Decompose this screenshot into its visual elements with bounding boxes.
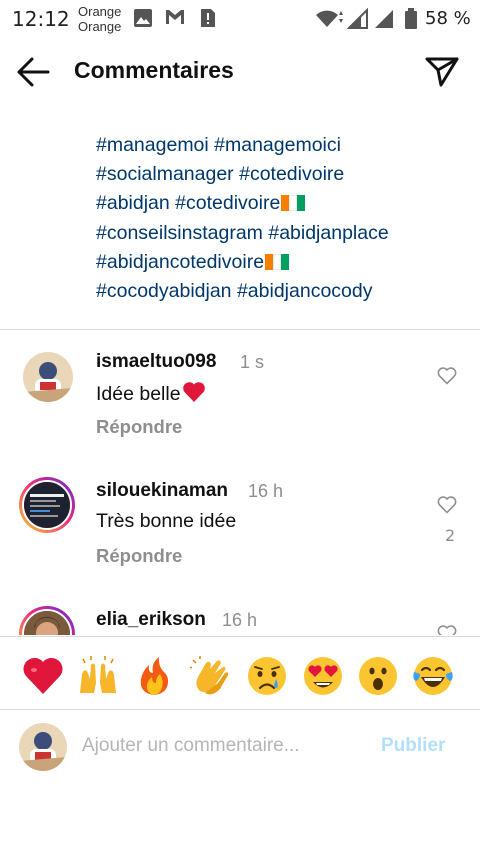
tears-of-joy-face-emoji-icon[interactable]: [412, 655, 454, 697]
comment-username[interactable]: elia_erikson: [96, 609, 206, 631]
heart-outline-icon[interactable]: [437, 496, 457, 514]
avatar-photo: [24, 611, 70, 635]
comment-item: ismaeltuo098 1 s Idée belle Répondre: [0, 331, 480, 461]
status-time: 12:12: [12, 7, 70, 31]
heart-eyes-face-emoji-icon[interactable]: [302, 655, 344, 697]
image-icon: [134, 9, 152, 27]
open-mouth-face-emoji-icon[interactable]: [357, 655, 399, 697]
caption-divider: [0, 329, 480, 330]
battery-icon: [405, 8, 417, 29]
back-button[interactable]: [16, 56, 56, 88]
emoji-quick-bar: [0, 636, 480, 710]
share-button[interactable]: [424, 54, 464, 90]
comment-username[interactable]: ismaeltuo098: [96, 351, 216, 373]
avatar[interactable]: [19, 606, 75, 635]
hashtag-link[interactable]: #cocodyabidjan: [96, 280, 232, 302]
hashtag-link[interactable]: #managemoici: [214, 134, 341, 156]
red-heart-emoji-icon[interactable]: [22, 655, 64, 697]
hashtag-link[interactable]: #abidjancocody: [237, 280, 373, 302]
wifi-icon: [316, 10, 343, 27]
comment-composer: Publier: [0, 712, 480, 780]
like-count: 2: [445, 526, 456, 545]
hashtag-link[interactable]: #conseilsinstagram: [96, 222, 263, 244]
battery-level: 58 %: [425, 8, 471, 29]
heart-outline-icon[interactable]: [437, 625, 457, 635]
avatar[interactable]: [23, 352, 73, 402]
post-caption: #managemoi #managemoici #socialmanager #c…: [96, 131, 468, 306]
status-bar: 12:12 Orange Orange 58 %: [0, 0, 480, 38]
comment-username[interactable]: silouekinaman: [96, 480, 228, 502]
carrier-label: Orange Orange: [78, 4, 121, 34]
reply-button[interactable]: Répondre: [96, 416, 182, 438]
caption-line: #abidjan #cotedivoire: [96, 189, 468, 218]
hashtag-link[interactable]: #cotedivoire: [175, 192, 280, 214]
caption-line: #abidjancotedivoire: [96, 248, 468, 277]
reply-button[interactable]: Répondre: [96, 545, 182, 567]
raising-hands-emoji-icon[interactable]: [77, 655, 119, 697]
comment-time: 16 h: [248, 481, 284, 501]
caption-line: #socialmanager #cotedivoire: [96, 160, 468, 189]
publish-button[interactable]: Publier: [381, 735, 445, 757]
crying-face-emoji-icon[interactable]: [246, 655, 288, 697]
arrow-left-icon: [17, 57, 50, 87]
hashtag-link[interactable]: #managemoi: [96, 134, 209, 156]
comment-text: Très bonne idée: [96, 510, 237, 532]
ivory-coast-flag-icon: [281, 191, 306, 212]
my-avatar: [19, 723, 67, 771]
hashtag-link[interactable]: #abidjan: [96, 192, 170, 214]
comment-time: 1 s: [240, 352, 265, 372]
comment-input[interactable]: [82, 731, 362, 761]
hashtag-link[interactable]: #abidjancotedivoire: [96, 251, 264, 273]
fire-emoji-icon[interactable]: [133, 655, 175, 697]
avatar[interactable]: [19, 477, 75, 533]
hashtag-link[interactable]: #abidjanplace: [268, 222, 388, 244]
comment-text-body: Idée belle: [96, 383, 181, 405]
page-title: Commentaires: [74, 57, 234, 83]
hashtag-link[interactable]: #cotedivoire: [239, 163, 344, 185]
hashtag-link[interactable]: #socialmanager: [96, 163, 234, 185]
avatar-photo: [19, 723, 67, 771]
clapping-hands-emoji-icon[interactable]: [190, 655, 232, 697]
paper-plane-icon: [425, 57, 459, 87]
comment-text: Idée belle: [96, 381, 206, 406]
comment-item: elia_erikson 16 h: [0, 589, 480, 635]
comments-list: ismaeltuo098 1 s Idée belle Répondre sil…: [0, 331, 480, 635]
signal-icon-2: [375, 10, 393, 28]
avatar-photo: [24, 482, 70, 528]
ivory-coast-flag-icon: [265, 250, 290, 270]
gmail-icon: [166, 10, 184, 24]
caption-line: #conseilsinstagram #abidjanplace: [96, 219, 468, 248]
caption-line: #cocodyabidjan #abidjancocody: [96, 277, 468, 306]
heart-outline-icon[interactable]: [437, 367, 457, 385]
carrier-line-2: Orange: [78, 19, 122, 34]
avatar-photo: [23, 352, 73, 402]
comment-item: silouekinaman 16 h Très bonne idée Répon…: [0, 460, 480, 590]
signal-icon: [347, 8, 368, 29]
sim-alert-icon: [201, 9, 215, 27]
carrier-line-1: Orange: [78, 4, 122, 19]
caption-line: #managemoi #managemoici: [96, 131, 468, 160]
red-heart-emoji-icon: [182, 382, 205, 402]
app-header: Commentaires: [0, 44, 480, 100]
comment-time: 16 h: [222, 610, 258, 630]
